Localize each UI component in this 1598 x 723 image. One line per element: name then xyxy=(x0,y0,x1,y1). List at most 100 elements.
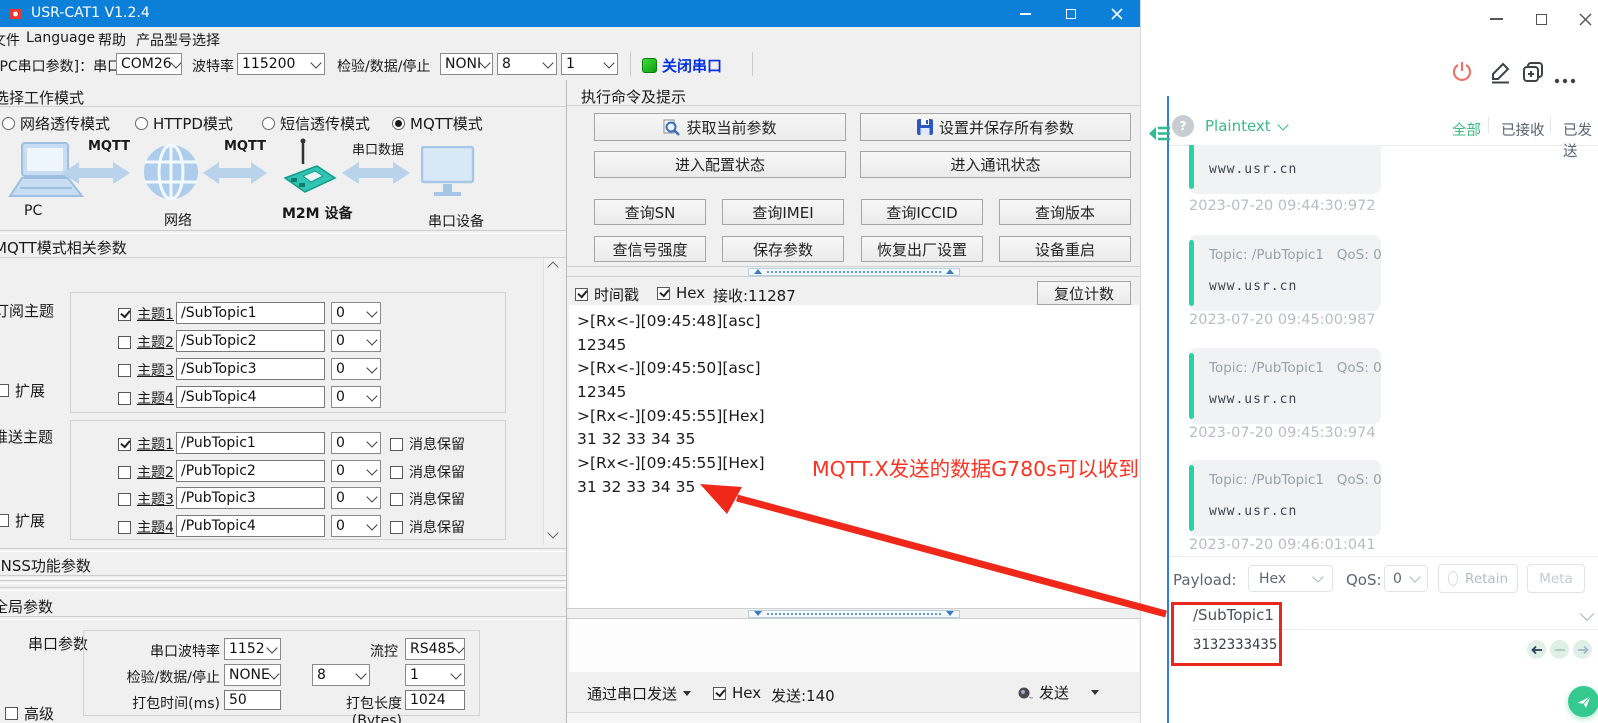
tab-received[interactable]: 已接收 xyxy=(1501,119,1545,140)
sub-topic2-qos-select[interactable]: 0 xyxy=(331,330,381,352)
pub-topic4-retain-check[interactable]: 消息保留 xyxy=(390,517,465,537)
splitter-handle[interactable] xyxy=(748,610,960,618)
serial-stopbits-select[interactable]: 1 xyxy=(405,664,465,686)
chevron-down-icon[interactable] xyxy=(1580,607,1594,621)
edit-connection-button[interactable] xyxy=(1489,61,1512,88)
payload-format-select[interactable]: Hex xyxy=(1248,565,1333,592)
scroll-down-icon[interactable] xyxy=(547,527,558,538)
publish-send-button[interactable] xyxy=(1568,686,1598,717)
pub-topic3-check[interactable]: 主题3 xyxy=(118,489,174,509)
collapse-sidebar-button[interactable] xyxy=(1146,120,1171,151)
sub-expand-check[interactable]: 扩展 xyxy=(0,380,45,401)
timestamp-check[interactable]: 时间戳 xyxy=(575,284,639,305)
stopbits-select[interactable]: 1 xyxy=(561,53,618,75)
mode-option-network[interactable]: 网络透传模式 xyxy=(2,113,110,134)
pub-topic2-retain-check[interactable]: 消息保留 xyxy=(390,462,465,482)
pub-topic3-qos-select[interactable]: 0 xyxy=(331,487,381,509)
pub-topic4-qos-select[interactable]: 0 xyxy=(331,515,381,537)
pub-topic3-input[interactable] xyxy=(176,487,325,509)
sub-topic2-check[interactable]: 主题2 xyxy=(118,332,174,352)
packlen-input[interactable] xyxy=(405,690,465,710)
reboot-button[interactable]: 设备重启 xyxy=(999,236,1131,262)
query-version-button[interactable]: 查询版本 xyxy=(999,199,1131,225)
parity-select[interactable]: NONI xyxy=(440,53,493,75)
new-window-button[interactable] xyxy=(1522,61,1544,87)
receive-log[interactable]: >[Rx<-][09:45:48][asc] 12345 >[Rx<-][09:… xyxy=(569,305,1139,608)
maximize-button[interactable] xyxy=(1526,8,1556,30)
scrollbar[interactable] xyxy=(543,258,561,545)
pub-topic1-input[interactable] xyxy=(176,432,325,454)
log-splitter[interactable] xyxy=(567,266,1140,277)
enter-comm-button[interactable]: 进入通讯状态 xyxy=(860,151,1131,178)
pub-topic1-retain-check[interactable]: 消息保留 xyxy=(390,434,465,454)
clear-message-button[interactable] xyxy=(1550,640,1569,659)
splitter-handle[interactable] xyxy=(748,268,960,276)
send-splitter[interactable] xyxy=(567,608,1140,619)
reset-count-button[interactable]: 复位计数 xyxy=(1037,281,1131,305)
port-select[interactable]: COM26 xyxy=(116,53,182,75)
minimize-button[interactable] xyxy=(1003,0,1048,27)
mode-option-httpd[interactable]: HTTPD模式 xyxy=(135,113,233,134)
mode-option-sms[interactable]: 短信透传模式 xyxy=(262,113,370,134)
pub-topic2-qos-select[interactable]: 0 xyxy=(331,460,381,482)
maximize-button[interactable] xyxy=(1048,0,1093,27)
advanced-check[interactable]: 高级 xyxy=(5,703,54,723)
tab-all[interactable]: 全部 xyxy=(1452,119,1481,140)
retain-toggle[interactable]: Retain xyxy=(1438,564,1518,593)
sub-topic3-check[interactable]: 主题3 xyxy=(118,360,174,380)
rx-hex-check[interactable]: Hex xyxy=(657,284,705,302)
qos-select[interactable]: 0 xyxy=(1384,565,1428,592)
close-port-button[interactable]: 关闭串口 xyxy=(662,55,722,76)
query-signal-button[interactable]: 查信号强度 xyxy=(594,236,706,262)
tx-hex-check[interactable]: Hex xyxy=(713,684,761,702)
next-message-button[interactable] xyxy=(1573,640,1592,659)
close-button[interactable] xyxy=(1571,8,1598,30)
gnss-section-bar[interactable]: GNSS功能参数 xyxy=(0,552,566,574)
close-button[interactable] xyxy=(1093,0,1140,27)
sub-topic4-qos-select[interactable]: 0 xyxy=(331,386,381,408)
factory-reset-button[interactable]: 恢复出厂设置 xyxy=(861,236,983,262)
meta-button[interactable]: Meta xyxy=(1527,564,1585,593)
pub-topic1-check[interactable]: 主题1 xyxy=(118,434,174,454)
query-imei-button[interactable]: 查询IMEI xyxy=(722,199,844,225)
serial-parity-select[interactable]: NONE xyxy=(224,664,281,686)
packtime-input[interactable] xyxy=(224,690,281,710)
pub-topic4-check[interactable]: 主题4 xyxy=(118,517,174,537)
minimize-button[interactable] xyxy=(1481,8,1511,30)
sub-topic3-qos-select[interactable]: 0 xyxy=(331,358,381,380)
sub-topic3-input[interactable] xyxy=(176,358,325,380)
menu-language[interactable]: Language xyxy=(20,28,101,48)
query-sn-button[interactable]: 查询SN xyxy=(594,199,706,225)
set-save-params-button[interactable]: 设置并保存所有参数 xyxy=(860,113,1131,141)
sub-topic2-input[interactable] xyxy=(176,330,325,352)
sub-topic1-input[interactable] xyxy=(176,302,325,324)
pub-topic1-qos-select[interactable]: 0 xyxy=(331,432,381,454)
message-list[interactable]: Topic: /PubTopic1 QoS: 0 www.usr.cn 2023… xyxy=(1169,145,1598,556)
payload-format-dropdown[interactable]: Plaintext xyxy=(1205,117,1287,135)
enter-config-button[interactable]: 进入配置状态 xyxy=(594,151,846,178)
sub-topic1-check[interactable]: 主题1 xyxy=(118,304,174,324)
databits-select[interactable]: 8 xyxy=(497,53,557,75)
serial-baud-select[interactable]: 115200 xyxy=(224,638,281,660)
sub-topic4-input[interactable] xyxy=(176,386,325,408)
scroll-up-icon[interactable] xyxy=(547,261,558,272)
baud-select[interactable]: 115200 xyxy=(237,53,325,75)
disconnect-button[interactable] xyxy=(1451,60,1473,88)
send-input-area[interactable] xyxy=(569,619,1139,672)
prev-message-button[interactable] xyxy=(1527,640,1546,659)
pub-topic2-check[interactable]: 主题2 xyxy=(118,462,174,482)
mode-option-mqtt[interactable]: MQTT模式 xyxy=(392,113,483,134)
pub-expand-check[interactable]: 扩展 xyxy=(0,510,45,531)
send-button[interactable]: 发送 xyxy=(1017,682,1099,703)
sub-topic4-check[interactable]: 主题4 xyxy=(118,388,174,408)
serial-databits-select[interactable]: 8 xyxy=(312,664,370,686)
flow-select[interactable]: RS485 xyxy=(405,638,465,660)
send-method-dropdown[interactable]: 通过串口发送 xyxy=(587,683,691,704)
global-section-bar[interactable]: 全局参数 xyxy=(0,593,566,615)
get-params-button[interactable]: 获取当前参数 xyxy=(594,113,846,141)
query-iccid-button[interactable]: 查询ICCID xyxy=(861,199,983,225)
sub-topic1-qos-select[interactable]: 0 xyxy=(331,302,381,324)
save-params-button[interactable]: 保存参数 xyxy=(722,236,844,262)
pub-topic4-input[interactable] xyxy=(176,515,325,537)
more-menu-button[interactable] xyxy=(1554,69,1576,88)
